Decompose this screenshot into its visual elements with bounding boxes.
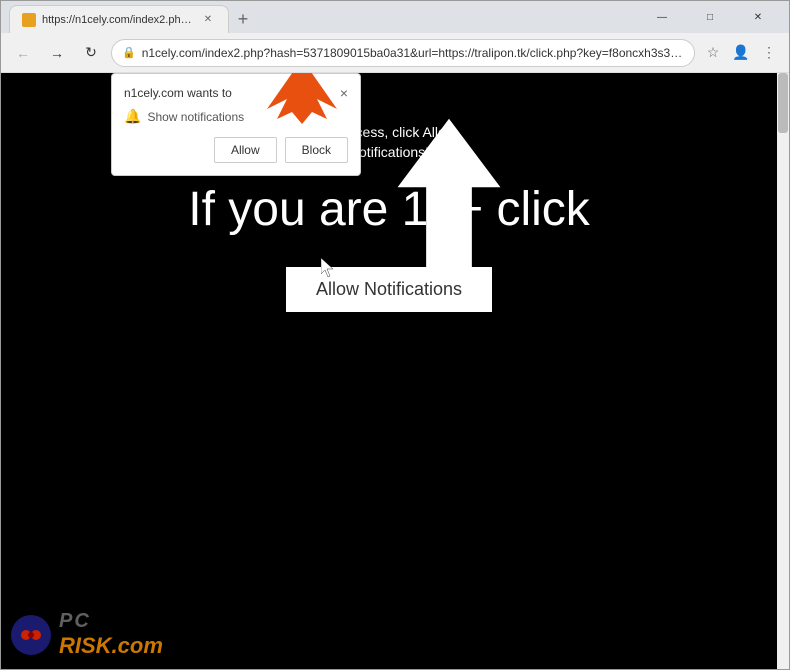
forward-button[interactable]: → — [43, 39, 71, 67]
minimize-button[interactable]: — — [639, 1, 685, 33]
browser-window: https://n1cely.com/index2.php?h... ✕ + —… — [0, 0, 790, 670]
url-text: n1cely.com/index2.php?hash=5371809015ba0… — [142, 46, 684, 60]
maximize-button[interactable]: □ — [687, 1, 733, 33]
page-age-text: If you are 18+ click — [188, 182, 590, 237]
notification-popup: n1cely.com wants to × 🔔 Show notificatio… — [111, 73, 361, 176]
menu-button[interactable]: ⋮ — [757, 41, 781, 65]
orange-arrow-indicator — [262, 73, 342, 129]
back-button[interactable]: ← — [9, 39, 37, 67]
popup-site-text: n1cely.com wants to — [124, 86, 232, 100]
refresh-button[interactable]: ↻ — [77, 39, 105, 67]
url-actions: ☆ 👤 ⋮ — [701, 41, 781, 65]
allow-notifications-button[interactable]: Allow Notifications — [286, 267, 492, 312]
popup-block-button[interactable]: Block — [285, 137, 348, 163]
pcrisk-logo — [11, 615, 51, 655]
scrollbar[interactable] — [777, 73, 789, 669]
tab-favicon — [22, 13, 36, 27]
tab-title: https://n1cely.com/index2.php?h... — [42, 14, 192, 26]
pcrisk-text: RISK.com — [59, 633, 163, 659]
new-tab-button[interactable]: + — [229, 5, 257, 33]
close-button[interactable]: ✕ — [735, 1, 781, 33]
window-controls: — □ ✕ — [639, 1, 781, 33]
popup-buttons: Allow Block — [124, 137, 348, 163]
tab-area: https://n1cely.com/index2.php?h... ✕ + — [9, 1, 635, 33]
address-bar: ← → ↻ 🔒 n1cely.com/index2.php?hash=53718… — [1, 33, 789, 73]
pc-text: PC — [59, 610, 163, 633]
tab-close-button[interactable]: ✕ — [200, 12, 216, 28]
bell-icon: 🔔 — [124, 108, 141, 125]
popup-notification-text: Show notifications — [147, 110, 244, 124]
browser-tab[interactable]: https://n1cely.com/index2.php?h... ✕ — [9, 5, 229, 33]
pcrisk-brand: PC RISK.com — [11, 610, 163, 659]
browser-content: To access, click AllowNotifications! If … — [1, 73, 789, 669]
url-bar[interactable]: 🔒 n1cely.com/index2.php?hash=5371809015b… — [111, 39, 695, 67]
profile-button[interactable]: 👤 — [729, 41, 753, 65]
security-icon: 🔒 — [122, 46, 136, 59]
bookmark-button[interactable]: ☆ — [701, 41, 725, 65]
popup-allow-button[interactable]: Allow — [214, 137, 277, 163]
title-bar: https://n1cely.com/index2.php?h... ✕ + —… — [1, 1, 789, 33]
scrollbar-thumb[interactable] — [778, 73, 788, 133]
